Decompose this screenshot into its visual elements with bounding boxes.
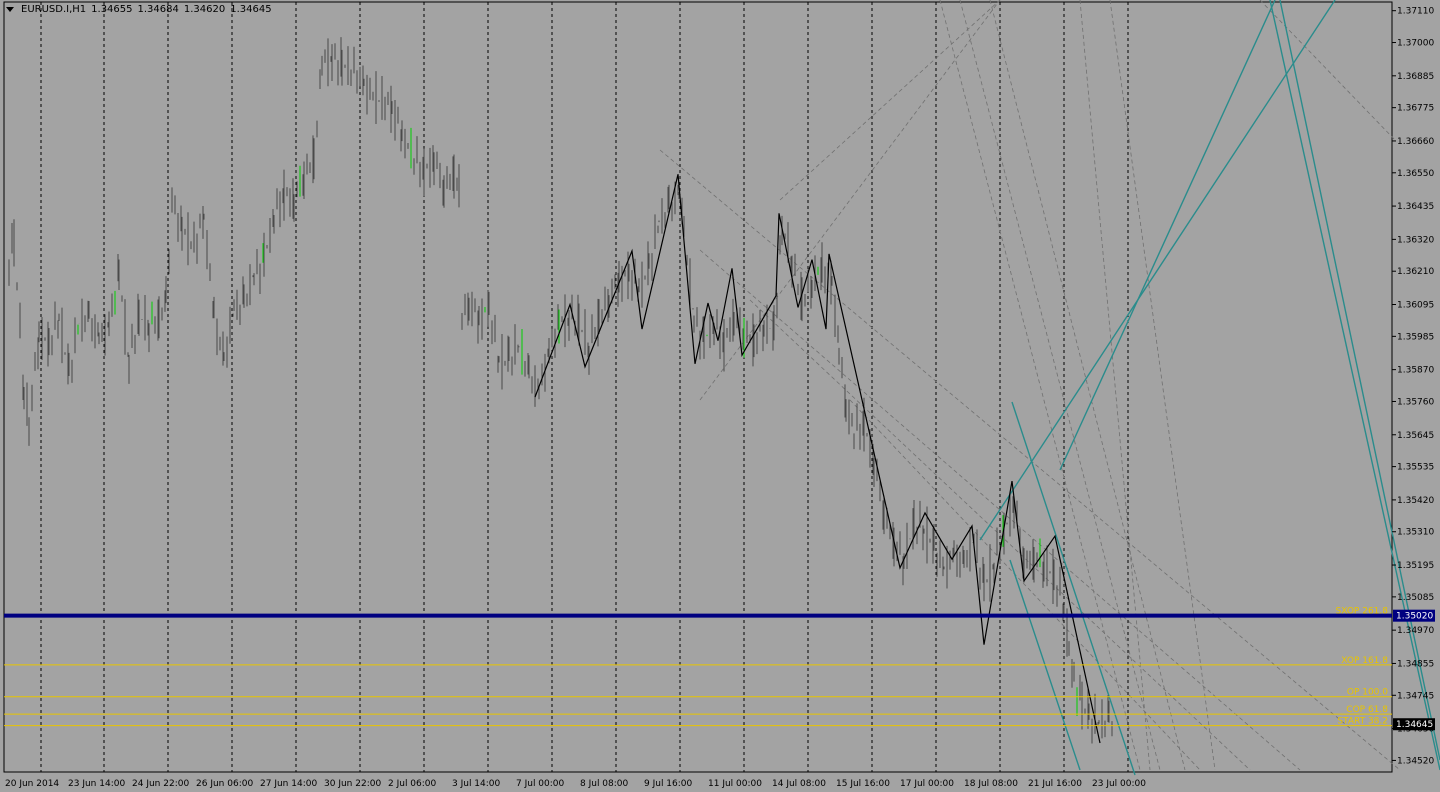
- channel-line: [1059, 0, 1276, 471]
- fib-guide-line: [959, 0, 1161, 771]
- fib-guide-line: [699, 0, 1001, 401]
- x-tick-label: 26 Jun 06:00: [196, 779, 253, 789]
- x-tick-label: 3 Jul 14:00: [452, 779, 501, 789]
- y-tick-label: 1.36435: [1397, 202, 1434, 212]
- y-tick-label: 1.35195: [1397, 561, 1434, 571]
- x-tick-label: 23 Jul 00:00: [1092, 779, 1146, 789]
- y-tick-label: 1.36210: [1397, 267, 1434, 277]
- x-tick-label: 2 Jul 06:00: [388, 779, 437, 789]
- x-tick-label: 24 Jun 22:00: [132, 779, 189, 789]
- fib-guide-line: [989, 0, 1186, 771]
- level-label: OP 100.0: [1347, 688, 1388, 698]
- symbol-label: EURUSD.I,H1: [21, 4, 87, 15]
- channel-line: [1279, 0, 1440, 761]
- x-tick-label: 9 Jul 16:00: [644, 779, 693, 789]
- x-tick-label: 11 Jul 00:00: [708, 779, 762, 789]
- y-tick-label: 1.35085: [1397, 593, 1434, 603]
- y-tick-label: 1.34855: [1397, 659, 1434, 669]
- level-label: START 38.2: [1337, 717, 1388, 727]
- x-tick-label: 21 Jul 16:00: [1028, 779, 1082, 789]
- fib-guide-line: [779, 0, 1001, 201]
- high-price: 1.34684: [137, 4, 179, 15]
- zigzag-line: [534, 174, 1101, 744]
- x-tick-label: 7 Jul 00:00: [516, 779, 565, 789]
- y-tick-label: 1.34745: [1397, 691, 1434, 701]
- level-label: COP 61.8: [1346, 705, 1388, 715]
- x-tick-label: 20 Jun 2014: [5, 779, 59, 789]
- x-tick-label: 18 Jul 08:00: [964, 779, 1018, 789]
- fib-guide-line: [1259, 0, 1396, 141]
- y-tick-label: 1.35310: [1397, 528, 1434, 538]
- y-tick-label: 1.36660: [1397, 137, 1434, 147]
- x-tick-label: 17 Jul 00:00: [900, 779, 954, 789]
- y-tick-label: 1.34970: [1397, 626, 1434, 636]
- channel-line: [979, 0, 1336, 541]
- plot-frame: [3, 1, 1393, 773]
- x-tick-label: 8 Jul 08:00: [580, 779, 629, 789]
- y-tick-label: 1.34520: [1397, 756, 1434, 766]
- y-tick-label: 1.35535: [1397, 463, 1434, 473]
- last-price-label: 1.34645: [1396, 720, 1433, 730]
- y-tick-label: 1.35645: [1397, 431, 1434, 441]
- x-tick-label: 23 Jun 14:00: [68, 779, 125, 789]
- y-tick-label: 1.37110: [1397, 7, 1434, 17]
- y-tick-label: 1.35985: [1397, 332, 1434, 342]
- collapse-triangle-icon[interactable]: [6, 7, 14, 12]
- y-tick-label: 1.36885: [1397, 72, 1434, 82]
- fib-guide-line: [1109, 0, 1216, 771]
- y-tick-label: 1.35870: [1397, 366, 1434, 376]
- support-price-label: 1.35020: [1396, 612, 1433, 622]
- close-price: 1.34645: [230, 4, 272, 15]
- chart-header: EURUSD.I,H1 1.34655 1.34684 1.34620 1.34…: [6, 4, 272, 15]
- channel-line: [1011, 401, 1136, 776]
- x-tick-label: 15 Jul 16:00: [836, 779, 890, 789]
- x-tick-label: 14 Jul 08:00: [772, 779, 826, 789]
- y-tick-label: 1.35760: [1397, 397, 1434, 407]
- x-tick-label: 27 Jun 14:00: [260, 779, 317, 789]
- channel-line: [1269, 0, 1440, 771]
- y-tick-label: 1.36775: [1397, 104, 1434, 114]
- y-tick-label: 1.35420: [1397, 496, 1434, 506]
- x-tick-label: 30 Jun 22:00: [324, 779, 381, 789]
- chart-window[interactable]: 20 Jun 2014 23 Jun 14:00 24 Jun 22:00 26 Ju…: [0, 0, 1440, 792]
- low-price: 1.34620: [183, 4, 226, 15]
- y-tick-label: 1.37000: [1397, 39, 1434, 49]
- y-tick-label: 1.36095: [1397, 301, 1434, 311]
- y-tick-label: 1.36320: [1397, 235, 1434, 245]
- fib-guide-line: [659, 149, 1401, 771]
- fib-guide-line: [939, 0, 1141, 771]
- y-tick-label: 1.36550: [1397, 169, 1434, 179]
- open-price: 1.34655: [91, 4, 133, 15]
- level-label: XOP 161.8: [1341, 656, 1388, 666]
- price-chart[interactable]: 20 Jun 2014 23 Jun 14:00 24 Jun 22:00 26 Ju…: [0, 0, 1440, 792]
